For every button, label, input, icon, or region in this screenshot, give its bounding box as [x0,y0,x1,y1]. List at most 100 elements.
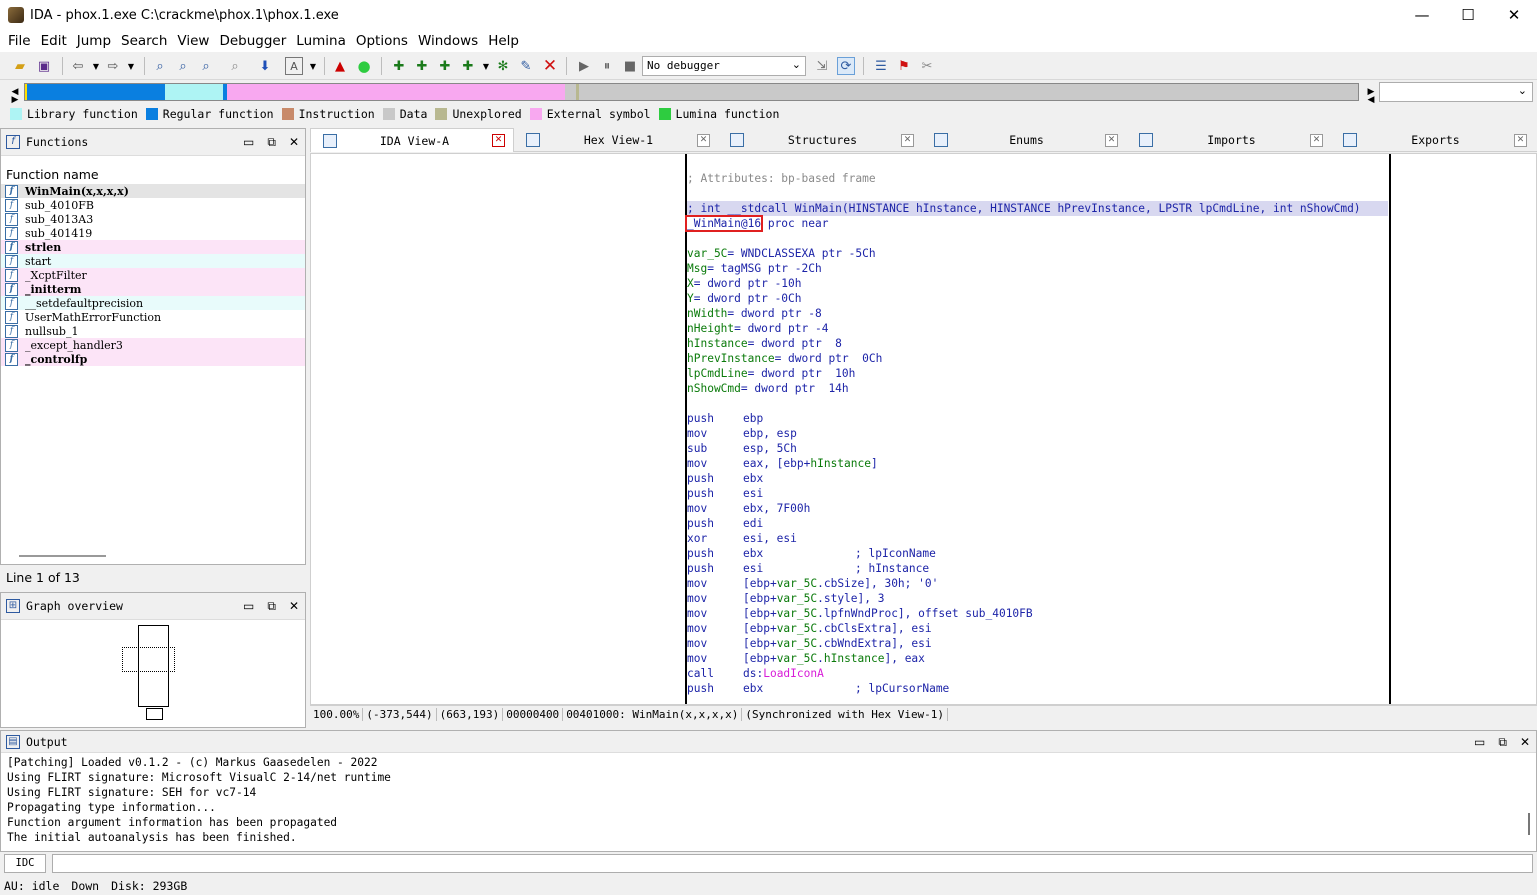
maximize-panel-icon[interactable]: ▭ [243,599,254,614]
instruction-line[interactable]: push esi [687,486,763,501]
float-panel-icon[interactable]: ⧉ [267,599,276,614]
menu-help[interactable]: Help [483,33,524,49]
tab-hex-view-1[interactable]: Hex View-1 ✕ [514,128,718,152]
tab-enums[interactable]: Enums ✕ [922,128,1126,152]
instruction-line[interactable]: mov eax, [ebp+hInstance] [687,456,878,471]
proc-name[interactable]: _WinMain@16 [684,215,764,232]
breakpoint-delete-icon[interactable]: ✂ [918,57,936,75]
operands[interactable]: ebx [743,681,855,696]
operands[interactable]: [ebp+var_5C.hInstance], eax [743,651,925,666]
function-list-item[interactable]: f strlen [1,240,305,254]
menu-options[interactable]: Options [351,33,413,49]
search-immediate-icon[interactable]: ⌕ [197,57,215,75]
instruction-line[interactable]: push ebp [687,411,763,426]
warning-icon[interactable]: ▲ [331,57,349,75]
open-file-icon[interactable]: ▰ [11,57,29,75]
stack-variable-line[interactable]: Msg= tagMSG ptr -2Ch [687,261,822,276]
operands[interactable]: [ebp+var_5C.style], 3 [743,591,884,606]
disassembly-view[interactable]: ; Attributes: bp-based frame ; int __std… [310,153,1537,705]
close-button[interactable]: ✕ [1491,0,1537,30]
instruction-line[interactable]: push esi; hInstance [687,561,929,576]
instruction-line[interactable]: push edi [687,516,763,531]
menu-jump[interactable]: Jump [72,33,116,49]
operands[interactable]: [ebp+var_5C.cbClsExtra], esi [743,621,932,636]
back-dropdown-icon[interactable]: ▼ [87,57,105,75]
operands[interactable]: ebx [743,546,855,561]
graph-node-small[interactable] [146,708,163,720]
menu-debugger[interactable]: Debugger [214,33,291,49]
operands[interactable]: eax, [ebp+hInstance] [743,456,878,471]
menu-search[interactable]: Search [116,33,172,49]
stack-variable-line[interactable]: nShowCmd= dword ptr 14h [687,381,849,396]
instruction-line[interactable]: push ebx; lpIconName [687,546,936,561]
menu-lumina[interactable]: Lumina [291,33,351,49]
close-icon[interactable]: ✕ [697,133,710,147]
graph-viewport-frame[interactable] [122,647,175,672]
search-next-icon[interactable]: ⌕ [226,57,244,75]
close-icon[interactable]: ✕ [1310,133,1323,147]
instruction-line[interactable]: xor esi, esi [687,531,797,546]
analysis-status-icon[interactable]: ● [355,57,373,75]
breakpoint-add-icon[interactable]: ⚑ [895,57,913,75]
save-icon[interactable]: ▣ [35,57,53,75]
plugin-icon[interactable]: ✻ [494,57,512,75]
idc-language-button[interactable]: IDC [4,854,46,873]
output-scrollbar[interactable] [1528,813,1530,835]
operands[interactable]: ebp, esp [743,426,797,441]
function-list-item[interactable]: f sub_4010FB [1,198,305,212]
maximize-panel-icon[interactable]: ▭ [1474,735,1485,750]
edit-icon[interactable]: ✎ [517,57,535,75]
stack-variable-line[interactable]: lpCmdLine= dword ptr 10h [687,366,855,381]
back-icon[interactable]: ⇦ [69,57,87,75]
search-text-icon[interactable]: ⌕ [151,57,169,75]
delete-icon[interactable]: ✕ [541,56,559,76]
float-panel-icon[interactable]: ⧉ [1498,735,1507,750]
create-dropdown-icon[interactable]: ▼ [477,57,495,75]
tab-imports[interactable]: Imports ✕ [1127,128,1331,152]
search-binary-icon[interactable]: ⌕ [174,57,192,75]
maximize-button[interactable]: ☐ [1445,0,1491,30]
operands[interactable]: ds:LoadIconA [743,666,824,681]
instruction-line[interactable]: mov [ebp+var_5C.cbClsExtra], esi [687,621,932,636]
functions-hscrollbar[interactable] [19,555,106,557]
operands[interactable]: esi [743,486,763,501]
operands[interactable]: esi [743,561,855,576]
navigation-bar[interactable] [24,83,1359,101]
tab-exports[interactable]: Exports ✕ [1331,128,1535,152]
menu-windows[interactable]: Windows [413,33,483,49]
function-list-item[interactable]: f nullsub_1 [1,324,305,338]
menu-view[interactable]: View [172,33,214,49]
command-input[interactable] [52,854,1533,873]
operands[interactable]: [ebp+var_5C.cbSize], 30h [743,576,905,591]
tab-ida-view-a[interactable]: IDA View-A ✕ [310,128,514,152]
instruction-line[interactable]: push ebx [687,471,763,486]
instruction-line[interactable]: mov [ebp+var_5C.hInstance], eax [687,651,925,666]
debugger-select[interactable]: No debugger ⌄ [642,56,806,76]
step-into-icon[interactable]: ⇲ [813,57,831,75]
create-code-icon[interactable]: ✚ [413,57,431,75]
close-panel-icon[interactable]: ✕ [289,599,299,614]
variable-name[interactable]: hInstance [687,337,748,350]
instruction-line[interactable]: mov [ebp+var_5C.cbSize], 30h; '0' [687,576,938,591]
proc-line[interactable]: _WinMain@16 proc near [684,215,828,232]
variable-name[interactable]: hPrevInstance [687,352,775,365]
function-name-column-header[interactable]: Function name [1,164,305,184]
close-icon[interactable]: ✕ [492,134,505,147]
float-panel-icon[interactable]: ⧉ [267,135,276,150]
variable-name[interactable]: var_5C [687,247,727,260]
instruction-line[interactable]: mov ebx, 7F00h [687,501,810,516]
function-list-item[interactable]: f start [1,254,305,268]
create-function-icon[interactable]: ✚ [390,57,408,75]
function-list-item[interactable]: f _controlfp [1,352,305,366]
minimize-button[interactable]: — [1399,0,1445,30]
forward-icon[interactable]: ⇨ [104,57,122,75]
close-panel-icon[interactable]: ✕ [1520,735,1530,750]
close-icon[interactable]: ✕ [901,133,914,147]
function-list-item[interactable]: f __setdefaultprecision [1,296,305,310]
variable-name[interactable]: lpCmdLine [687,367,748,380]
close-icon[interactable]: ✕ [1105,133,1118,147]
operands[interactable]: esi, esi [743,531,797,546]
view-dropdown-icon[interactable]: ▼ [304,57,322,75]
stack-variable-line[interactable]: nHeight= dword ptr -4 [687,321,828,336]
function-list-item[interactable]: f UserMathErrorFunction [1,310,305,324]
